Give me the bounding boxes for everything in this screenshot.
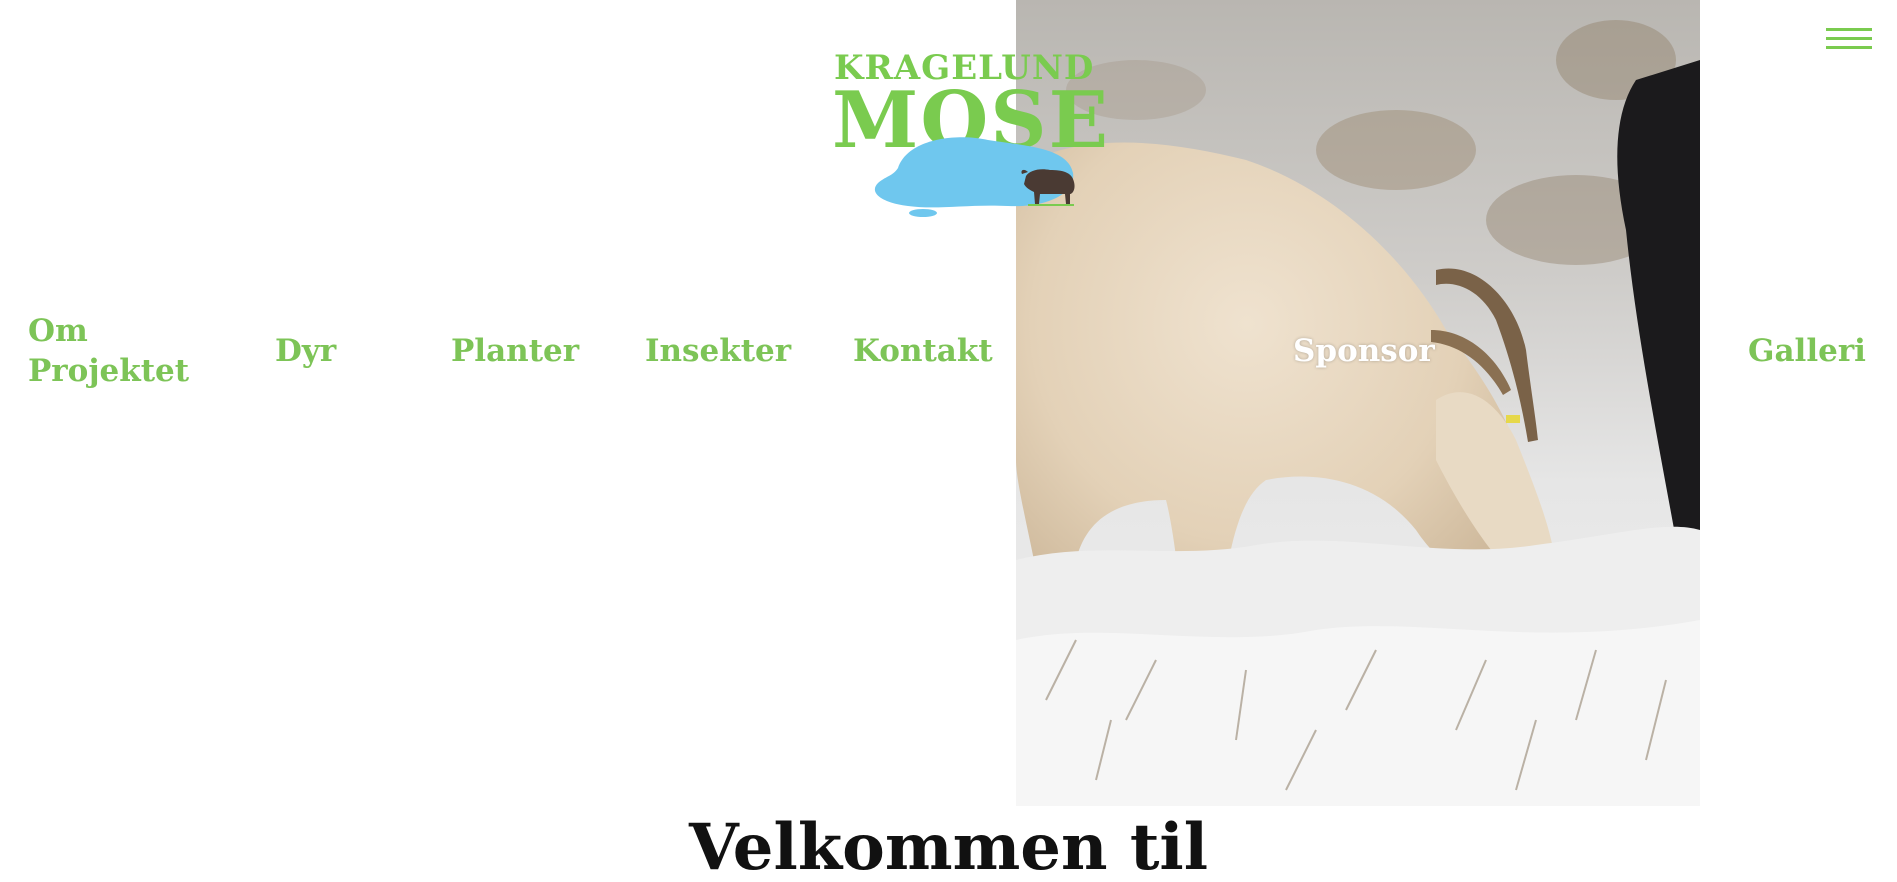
menu-bar (1826, 46, 1872, 49)
site-logo[interactable]: KRAGELUND MOSE (828, 48, 1108, 218)
nav-item-dyr[interactable]: Dyr (275, 331, 336, 371)
nav-item-sponsor[interactable]: Sponsor (1293, 331, 1435, 371)
nav-item-galleri[interactable]: Galleri (1748, 331, 1866, 371)
hamburger-menu-icon[interactable] (1826, 28, 1872, 50)
page: KRAGELUND MOSE Om Projektet Dyr Planter … (0, 0, 1897, 882)
nav-item-planter[interactable]: Planter (451, 331, 579, 371)
welcome-heading: Velkommen til (689, 810, 1208, 882)
nav-item-kontakt[interactable]: Kontakt (853, 331, 993, 371)
nav-item-label-line2: Projektet (28, 353, 190, 389)
nav-item-label-line1: Om (28, 313, 88, 349)
cattle-icon (1021, 169, 1075, 206)
menu-bar (1826, 28, 1872, 31)
nav-item-insekter[interactable]: Insekter (645, 331, 791, 371)
hero-image (1016, 0, 1700, 806)
nav-item-om-projektet[interactable]: Om Projektet (28, 311, 189, 391)
menu-bar (1826, 37, 1872, 40)
